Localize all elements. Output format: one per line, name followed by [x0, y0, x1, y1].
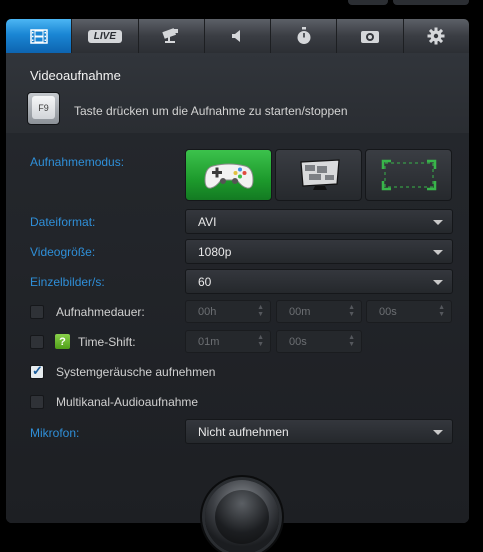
hotkey-hint: Taste drücken um die Aufnahme zu starten… — [74, 104, 348, 118]
panel-header: Videoaufnahme F9 Taste drücken um die Au… — [6, 53, 469, 133]
settings-body: Aufnahmemodus: Dateiformat: AVI Videogrö… — [6, 133, 469, 523]
hotkey-key[interactable]: F9 — [27, 92, 60, 125]
timeshift-minutes-value: 01m — [198, 336, 220, 348]
mic-value: Nicht aufnehmen — [198, 425, 289, 439]
region-icon — [381, 159, 436, 191]
duration-hours-input[interactable]: 00h ▲ ▼ — [185, 300, 271, 323]
gear-icon — [427, 27, 445, 45]
camera-mount-icon — [162, 28, 179, 43]
timeshift-label: Time-Shift: — [78, 335, 136, 349]
speaker-icon — [232, 30, 241, 42]
mode-game-button[interactable] — [185, 149, 272, 201]
duration-checkbox[interactable] — [30, 305, 44, 319]
window-edge — [348, 0, 388, 5]
duration-minutes-value: 00m — [289, 306, 311, 318]
timeshift-seconds-value: 00s — [289, 336, 307, 348]
hotkey-label: F9 — [32, 96, 55, 119]
timeshift-minutes-input[interactable]: 01m ▲ ▼ — [185, 330, 271, 353]
tab-timer[interactable] — [271, 19, 338, 53]
chevron-down-icon — [433, 430, 443, 435]
spinner-arrows-icon: ▲ ▼ — [257, 304, 264, 318]
mode-region-button[interactable] — [365, 149, 452, 201]
tab-settings[interactable] — [403, 19, 469, 53]
timeshift-checkbox[interactable] — [30, 335, 44, 349]
system-sound-checkbox[interactable]: ✓ — [30, 363, 44, 379]
page-title: Videoaufnahme — [30, 68, 121, 83]
live-badge: LIVE — [87, 29, 123, 43]
duration-minutes-input[interactable]: 00m ▲ ▼ — [276, 300, 362, 323]
film-icon — [29, 28, 48, 44]
tab-audio[interactable] — [204, 19, 272, 53]
size-label: Videogröße: — [30, 245, 96, 259]
desktop-icon — [299, 159, 340, 190]
checkmark-icon: ✓ — [32, 363, 43, 378]
gamepad-icon — [203, 163, 254, 189]
camera-icon — [361, 30, 380, 43]
tab-screenshot[interactable] — [138, 19, 205, 53]
format-label: Dateiformat: — [30, 215, 96, 229]
duration-hours-value: 00h — [198, 306, 217, 318]
format-value: AVI — [198, 215, 217, 229]
fps-label: Einzelbilder/s: — [30, 275, 105, 289]
chevron-down-icon — [433, 220, 443, 225]
fps-value: 60 — [198, 275, 212, 289]
mic-dropdown[interactable]: Nicht aufnehmen — [185, 419, 453, 444]
size-dropdown[interactable]: 1080p — [185, 239, 453, 264]
settings-panel: Videoaufnahme F9 Taste drücken um die Au… — [6, 53, 469, 523]
record-button-core — [215, 490, 269, 544]
tab-live[interactable]: LIVE — [72, 19, 139, 53]
duration-label: Aufnahmedauer: — [56, 305, 145, 319]
help-icon[interactable]: ? — [55, 334, 70, 349]
spinner-arrows-icon: ▲ ▼ — [257, 334, 264, 348]
mode-desktop-button[interactable] — [275, 149, 362, 201]
spinner-arrows-icon: ▲ ▼ — [348, 334, 355, 348]
spinner-arrows-icon: ▲ ▼ — [348, 304, 355, 318]
mic-label: Mikrofon: — [30, 426, 80, 440]
tab-video[interactable] — [6, 19, 73, 53]
multichannel-checkbox[interactable] — [30, 395, 44, 409]
fps-dropdown[interactable]: 60 — [185, 269, 453, 294]
duration-seconds-input[interactable]: 00s ▲ ▼ — [366, 300, 452, 323]
chevron-down-icon — [433, 280, 443, 285]
window-edge — [393, 0, 469, 5]
format-dropdown[interactable]: AVI — [185, 209, 453, 234]
size-value: 1080p — [198, 245, 232, 259]
chevron-down-icon — [433, 250, 443, 255]
tab-bar: LIVE — [6, 19, 469, 53]
multichannel-label: Multikanal-Audioaufnahme — [56, 395, 199, 409]
record-button[interactable] — [205, 480, 279, 552]
stopwatch-icon — [297, 27, 311, 44]
tab-photo[interactable] — [337, 19, 404, 53]
mode-label: Aufnahmemodus: — [30, 155, 125, 169]
spinner-arrows-icon: ▲ ▼ — [438, 304, 445, 318]
system-sound-label: Systemgeräusche aufnehmen — [56, 365, 216, 379]
duration-seconds-value: 00s — [379, 306, 397, 318]
timeshift-seconds-input[interactable]: 00s ▲ ▼ — [276, 330, 362, 353]
app-window: LIVE Videoaufnahme F9 Taste drücken um d… — [0, 0, 483, 552]
